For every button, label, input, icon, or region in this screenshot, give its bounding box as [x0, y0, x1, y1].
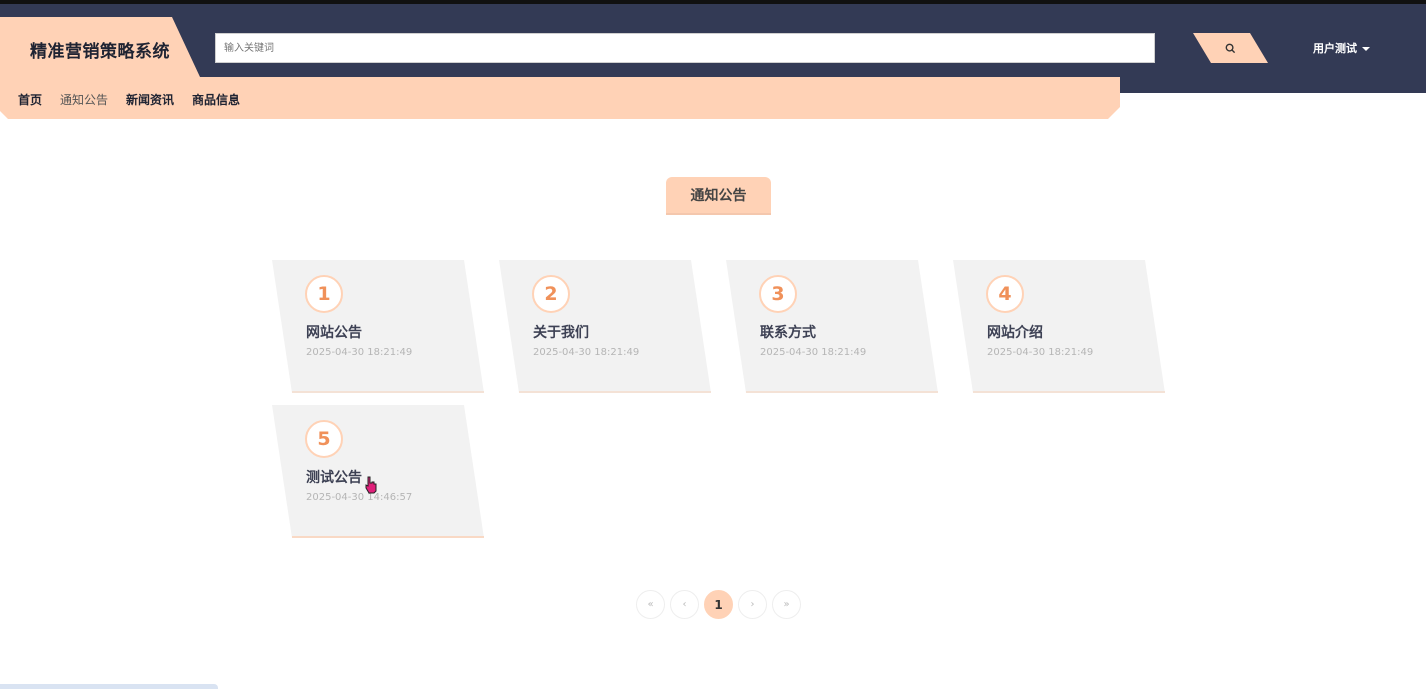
card-number: 1	[305, 275, 343, 313]
section-title: 通知公告	[666, 177, 771, 215]
card-background	[272, 405, 484, 538]
nav-item-home[interactable]: 首页	[18, 91, 42, 108]
page-first-button[interactable]: «	[636, 590, 665, 619]
card-underline	[973, 391, 1165, 393]
card-background	[726, 260, 938, 393]
page-current-button[interactable]: 1	[704, 590, 733, 619]
notice-card[interactable]: 5 测试公告 2025-04-30 14:46:57	[272, 405, 484, 538]
top-edge	[0, 0, 1426, 4]
card-date: 2025-04-30 14:46:57	[306, 492, 413, 503]
card-number: 3	[759, 275, 797, 313]
caret-down-icon	[1362, 47, 1370, 51]
card-background	[953, 260, 1165, 393]
notice-card[interactable]: 4 网站介绍 2025-04-30 18:21:49	[953, 260, 1165, 393]
card-underline	[292, 536, 484, 538]
card-title: 联系方式	[760, 325, 816, 341]
card-date: 2025-04-30 18:21:49	[987, 347, 1094, 358]
card-number: 5	[305, 420, 343, 458]
page-prev-button[interactable]: ‹	[670, 590, 699, 619]
card-underline	[292, 391, 484, 393]
pointer-cursor-icon	[365, 476, 377, 494]
search-icon	[1225, 43, 1236, 53]
card-background	[272, 260, 484, 393]
nav-item-news[interactable]: 新闻资讯	[126, 91, 174, 108]
card-title: 测试公告	[306, 470, 362, 486]
search-input[interactable]	[215, 33, 1155, 63]
card-date: 2025-04-30 18:21:49	[306, 347, 413, 358]
card-number: 4	[986, 275, 1024, 313]
card-date: 2025-04-30 18:21:49	[760, 347, 867, 358]
notice-card[interactable]: 3 联系方式 2025-04-30 18:21:49	[726, 260, 938, 393]
card-title: 关于我们	[533, 325, 589, 341]
nav-item-notices[interactable]: 通知公告	[60, 91, 108, 108]
card-background	[499, 260, 711, 393]
card-underline	[519, 391, 711, 393]
notice-card[interactable]: 1 网站公告 2025-04-30 18:21:49	[272, 260, 484, 393]
card-number: 2	[532, 275, 570, 313]
card-title: 网站公告	[306, 325, 362, 341]
user-menu[interactable]: 用户测试	[1313, 40, 1370, 56]
page-next-button[interactable]: ›	[738, 590, 767, 619]
card-underline	[746, 391, 938, 393]
footer-strip	[0, 684, 218, 689]
notice-card[interactable]: 2 关于我们 2025-04-30 18:21:49	[499, 260, 711, 393]
card-date: 2025-04-30 18:21:49	[533, 347, 640, 358]
site-logo[interactable]: 精准营销策略系统	[30, 37, 170, 62]
user-label: 用户测试	[1313, 42, 1357, 55]
page-last-button[interactable]: »	[772, 590, 801, 619]
nav-item-products[interactable]: 商品信息	[192, 91, 240, 108]
main-nav: 首页 通知公告 新闻资讯 商品信息	[18, 91, 240, 108]
card-title: 网站介绍	[987, 325, 1043, 341]
pagination: « ‹ 1 › »	[636, 590, 801, 619]
